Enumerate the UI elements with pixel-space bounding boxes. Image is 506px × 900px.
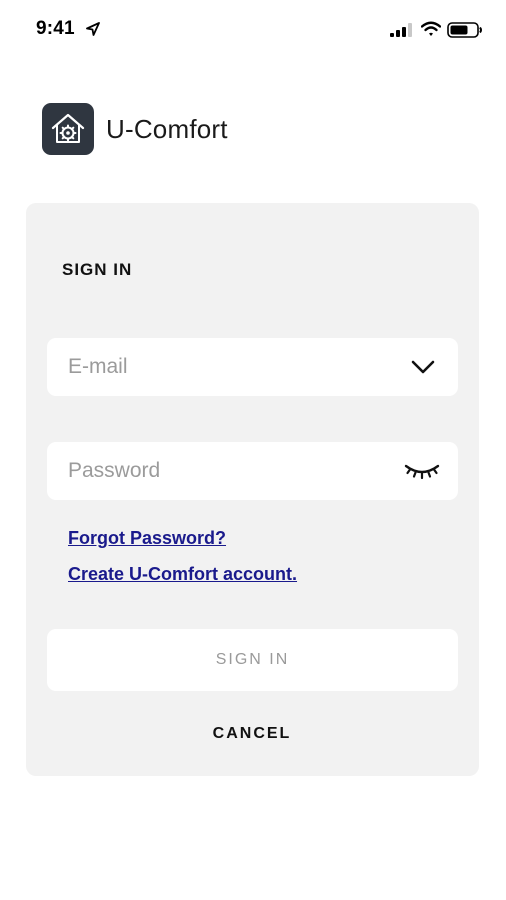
sign-in-card: SIGN IN Forgot Password? Create U-Comfor… — [26, 203, 479, 776]
forgot-password-link[interactable]: Forgot Password? — [68, 528, 226, 549]
password-field[interactable] — [47, 442, 458, 500]
chevron-down-icon[interactable] — [410, 356, 436, 378]
battery-icon — [447, 22, 482, 38]
wifi-icon — [421, 21, 441, 36]
house-gear-icon — [51, 113, 85, 143]
eye-closed-icon[interactable] — [404, 460, 440, 482]
email-input[interactable] — [47, 338, 458, 396]
cellular-signal-icon — [390, 23, 412, 37]
sign-in-button[interactable]: SIGN IN — [47, 629, 458, 691]
card-title: SIGN IN — [62, 260, 133, 279]
app-logo — [42, 103, 94, 155]
email-field[interactable] — [47, 338, 458, 396]
status-time: 9:41 — [36, 18, 75, 39]
brand-header: U-Comfort — [42, 103, 228, 155]
status-bar: 9:41 — [0, 0, 506, 60]
create-account-link[interactable]: Create U-Comfort account. — [68, 564, 297, 585]
password-input[interactable] — [47, 442, 458, 500]
sign-in-screen: 9:41 U-Comfort SIGN IN E-mail Forgot Pas… — [0, 0, 506, 900]
app-name: U-Comfort — [106, 113, 228, 144]
cancel-button[interactable]: CANCEL — [152, 719, 352, 749]
location-arrow-icon — [86, 22, 100, 36]
